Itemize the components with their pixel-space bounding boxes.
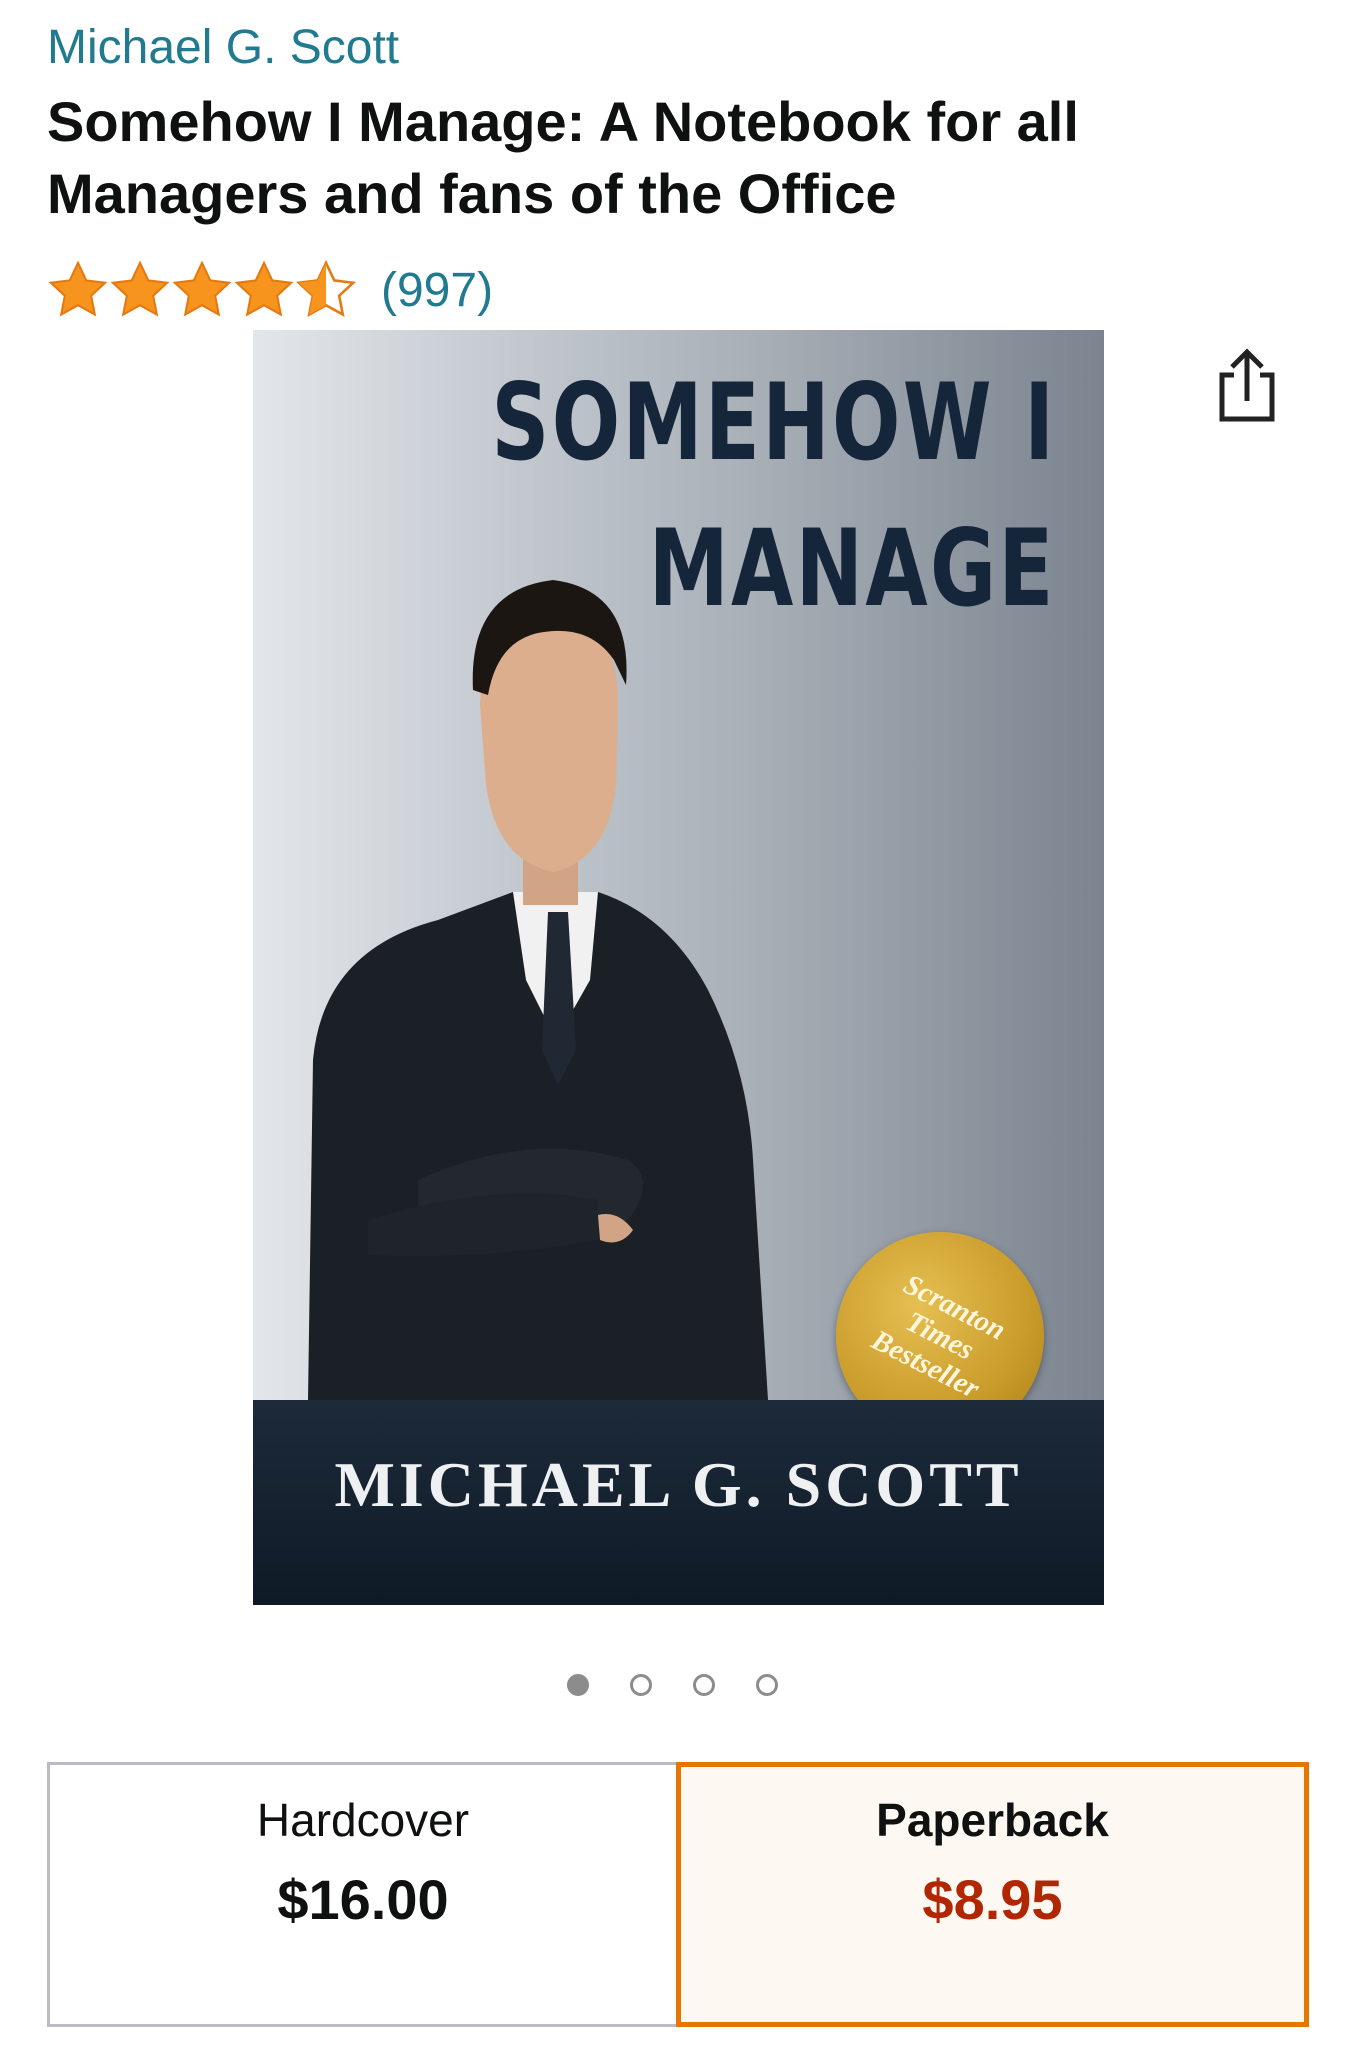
image-carousel-dots — [567, 1674, 819, 1696]
rating-row[interactable]: (997) — [47, 255, 493, 325]
rating-count-link[interactable]: (997) — [381, 263, 493, 318]
format-name: Hardcover — [256, 1794, 470, 1846]
format-price: $8.95 — [922, 1868, 1063, 1931]
format-option-hardcover[interactable]: Hardcover $16.00 — [47, 1762, 679, 2027]
carousel-dot-3[interactable] — [693, 1674, 715, 1696]
product-image[interactable]: SOMEHOW I MANAGE Scranton Times Bestsell… — [253, 330, 1104, 1605]
format-name: Paperback — [876, 1794, 1109, 1846]
carousel-dot-1[interactable] — [567, 1674, 589, 1696]
star-icon — [110, 260, 170, 317]
carousel-dot-4[interactable] — [756, 1674, 778, 1696]
cover-title-line1: SOMEHOW I — [490, 361, 1056, 484]
cover-portrait — [308, 580, 768, 1400]
format-price: $16.00 — [277, 1868, 449, 1931]
cover-author-name: MICHAEL G. SCOTT — [334, 1449, 1023, 1520]
product-title: Somehow I Manage: A Notebook for all Man… — [47, 90, 1079, 225]
star-icon — [234, 260, 294, 317]
carousel-dot-2[interactable] — [630, 1674, 652, 1696]
format-option-paperback[interactable]: Paperback $8.95 — [676, 1762, 1309, 2027]
half-star-icon — [295, 259, 357, 318]
star-rating — [47, 259, 357, 321]
format-selector: Hardcover $16.00 Paperback $8.95 — [47, 1762, 1309, 2027]
star-icon — [48, 260, 108, 317]
share-icon[interactable] — [1212, 345, 1282, 425]
star-icon — [172, 260, 232, 317]
author-link[interactable]: Michael G. Scott — [47, 20, 399, 75]
